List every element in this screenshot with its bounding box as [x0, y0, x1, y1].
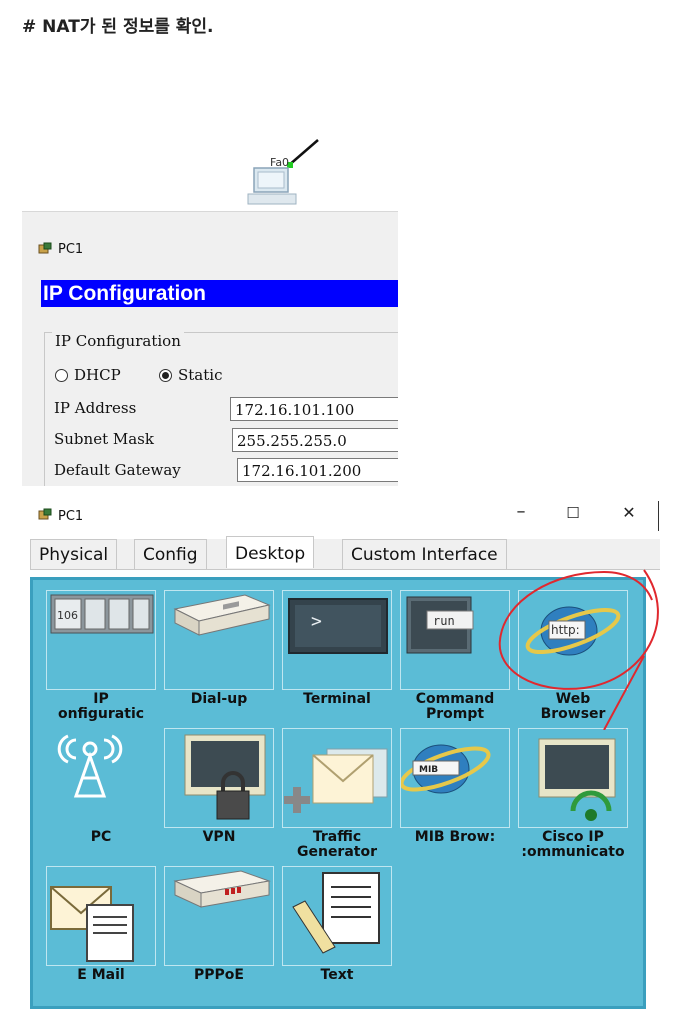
tab-physical[interactable]: Physical: [30, 539, 118, 569]
desktop-area: 106 IP onfiguratic Dial-up > Terminal ru…: [30, 577, 646, 1009]
dial-up-app[interactable]: Dial-up: [164, 590, 274, 738]
app-label: PPPoE: [194, 968, 244, 983]
close-button[interactable]: ✕: [614, 503, 644, 522]
email-app[interactable]: E Mail: [46, 866, 156, 1014]
tab-desktop[interactable]: Desktop: [226, 536, 315, 568]
topology-pc-icon[interactable]: [240, 138, 330, 213]
ip-config-banner: IP Configuration: [41, 280, 398, 307]
minimize-button[interactable]: –: [506, 501, 536, 522]
terminal-icon: >: [288, 598, 388, 654]
traffic-generator-icon: [284, 748, 388, 813]
text-editor-app[interactable]: Text: [282, 866, 392, 1014]
ip-address-label: IP Address: [54, 399, 137, 417]
svg-text:>: >: [311, 611, 322, 632]
dial-up-icon: [173, 594, 271, 636]
cisco-ip-communicator-app[interactable]: Cisco IP:ommunicato: [518, 728, 628, 876]
ip-window-title: PC1: [58, 242, 84, 257]
terminal-app[interactable]: > Terminal: [282, 590, 392, 738]
ip-configuration-icon: 106: [50, 594, 154, 634]
app-label: Terminal: [303, 692, 371, 707]
tab-bar: Physical Config Desktop Custom Interface: [30, 536, 660, 570]
command-prompt-app[interactable]: run Command Prompt: [400, 590, 510, 738]
ip-config-group-label: IP Configuration: [52, 332, 184, 350]
static-radio[interactable]: [159, 369, 172, 382]
pc1-desktop-window: PC1 – ☐ ✕ Physical Config Desktop Custom…: [22, 495, 662, 1026]
ip-address-field[interactable]: 172.16.101.100: [230, 397, 398, 421]
svg-text:MIB: MIB: [419, 765, 438, 775]
tab-custom-interface[interactable]: Custom Interface: [342, 539, 507, 569]
email-icon: [50, 886, 134, 962]
window-title: PC1: [58, 509, 84, 524]
vpn-icon: [184, 734, 266, 820]
default-gateway-field[interactable]: 172.16.101.200: [237, 458, 398, 482]
web-browser-app[interactable]: http: Web Browser: [518, 590, 628, 738]
dhcp-label: DHCP: [74, 366, 121, 384]
app-label: Web Browser: [540, 692, 606, 722]
svg-text:run: run: [433, 614, 455, 628]
app-label: Text: [320, 968, 354, 983]
app-label: PC: [90, 830, 112, 845]
pc-window-icon: [38, 508, 52, 520]
vpn-app[interactable]: VPN: [164, 728, 274, 876]
app-label: Cisco IP:ommunicato: [521, 830, 625, 860]
app-label: E Mail: [77, 968, 125, 983]
cisco-ip-communicator-icon: [538, 738, 616, 821]
app-label: VPN: [202, 830, 236, 845]
pc-wireless-app[interactable]: PC: [46, 728, 156, 876]
app-label: Traffic Generator: [296, 830, 377, 860]
ip-config-window: PC1 IP Configuration IP Configuration DH…: [22, 211, 398, 486]
maximize-button[interactable]: ☐: [558, 504, 588, 522]
app-label: Command Prompt: [415, 692, 495, 722]
mib-browser-app[interactable]: MIB MIB Brow:: [400, 728, 510, 876]
port-label: Fa0: [270, 156, 290, 169]
command-prompt-icon: run: [406, 596, 474, 654]
tab-config[interactable]: Config: [134, 539, 207, 569]
app-label: MIB Brow:: [414, 830, 496, 845]
ip-configuration-app[interactable]: 106 IP onfiguratic: [46, 590, 156, 738]
subnet-mask-field[interactable]: 255.255.255.0: [232, 428, 398, 452]
static-label: Static: [178, 366, 223, 384]
subnet-mask-label: Subnet Mask: [54, 430, 154, 448]
svg-text:106: 106: [57, 609, 78, 622]
text-editor-icon: [292, 872, 380, 954]
svg-text:http:: http:: [551, 623, 580, 637]
default-gateway-label: Default Gateway: [54, 461, 181, 479]
app-label: IP onfiguratic: [57, 692, 145, 722]
pc-window-icon: [38, 242, 52, 254]
dhcp-radio[interactable]: [55, 369, 68, 382]
app-label: Dial-up: [190, 692, 248, 707]
page-heading: # NAT가 된 정보를 확인.: [22, 17, 214, 37]
traffic-generator-app[interactable]: Traffic Generator: [282, 728, 392, 876]
pppoe-icon: [173, 870, 271, 908]
mib-browser-icon: MIB: [401, 744, 491, 794]
pppoe-app[interactable]: PPPoE: [164, 866, 274, 1014]
web-browser-icon: http:: [525, 606, 621, 656]
pc-wireless-icon: [57, 734, 123, 798]
